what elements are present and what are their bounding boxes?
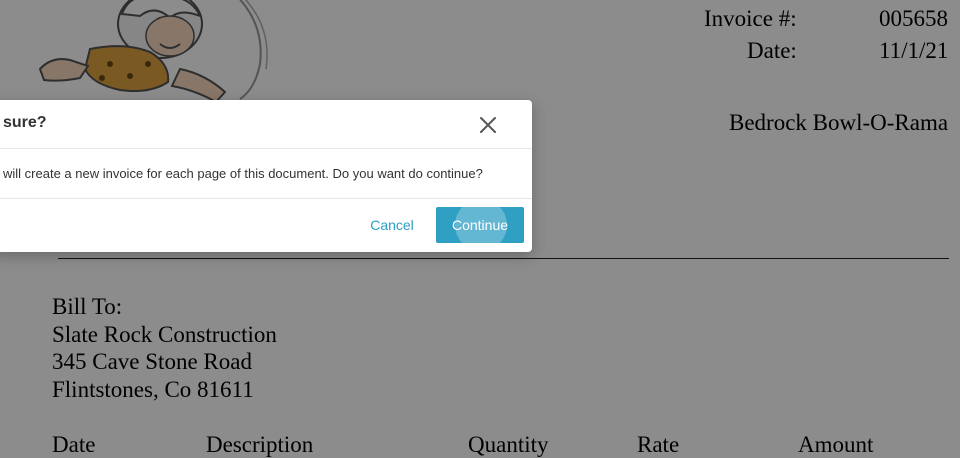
dialog-message: will create a new invoice for each page … (3, 166, 483, 181)
dialog-title: sure? (3, 114, 47, 131)
confirm-dialog: sure? will create a new invoice for each… (0, 100, 532, 252)
cancel-button[interactable]: Cancel (362, 208, 422, 242)
dialog-header-divider (0, 148, 532, 149)
dialog-footer-divider (0, 198, 532, 199)
close-icon[interactable] (476, 113, 500, 137)
continue-button[interactable]: Continue (436, 207, 524, 243)
continue-button-label: Continue (451, 217, 509, 233)
